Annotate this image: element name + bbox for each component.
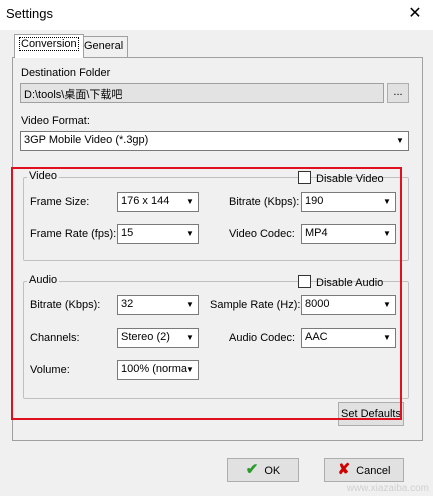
frame-size-label: Frame Size: [30, 196, 90, 208]
frame-rate-select[interactable]: 15 ▼ [117, 224, 199, 244]
close-button[interactable]: ✕ [405, 5, 425, 25]
cancel-button[interactable]: ✘ Cancel [324, 458, 404, 482]
chevron-down-icon: ▼ [186, 333, 194, 342]
disable-audio-checkbox-box[interactable] [298, 275, 311, 288]
volume-label: Volume: [30, 364, 70, 376]
tab-conversion[interactable]: Conversion [14, 34, 84, 58]
disable-video-checkbox[interactable]: Disable Video [298, 171, 384, 185]
chevron-down-icon: ▼ [186, 365, 194, 374]
chevron-down-icon: ▼ [186, 300, 194, 309]
watermark: www.xiazaiba.com [346, 483, 429, 494]
audio-codec-label: Audio Codec: [229, 332, 296, 344]
video-codec-label: Video Codec: [229, 228, 295, 240]
disable-audio-checkbox[interactable]: Disable Audio [298, 275, 383, 289]
close-icon: ✕ [408, 5, 422, 22]
video-format-value: 3GP Mobile Video (*.3gp) [24, 134, 149, 146]
tab-general-label: General [84, 40, 124, 52]
window-title: Settings [6, 6, 53, 21]
audio-codec-select[interactable]: AAC ▼ [301, 328, 396, 348]
volume-value: 100% (norma [121, 363, 188, 375]
video-format-label: Video Format: [21, 115, 90, 127]
tab-conversion-label: Conversion [19, 37, 79, 51]
frame-rate-label: Frame Rate (fps): [30, 228, 117, 240]
chevron-down-icon: ▼ [383, 300, 391, 309]
audio-bitrate-value: 32 [121, 298, 134, 310]
set-defaults-button[interactable]: Set Defaults [338, 402, 404, 426]
ok-button[interactable]: ✔ OK [227, 458, 299, 482]
destination-folder-field[interactable]: D:\tools\桌面\下载吧 [20, 83, 384, 103]
video-bitrate-value: 190 [305, 195, 324, 207]
channels-label: Channels: [30, 332, 80, 344]
audio-bitrate-select[interactable]: 32 ▼ [117, 295, 199, 315]
tab-general[interactable]: General [79, 36, 129, 57]
audio-codec-value: AAC [305, 331, 328, 343]
volume-select[interactable]: 100% (norma ▼ [117, 360, 199, 380]
chevron-down-icon: ▼ [396, 136, 404, 145]
disable-audio-label: Disable Audio [316, 277, 384, 289]
conversion-panel: Destination Folder D:\tools\桌面\下载吧 ... V… [12, 57, 423, 441]
check-icon: ✔ [245, 461, 259, 478]
ok-label: OK [264, 465, 281, 477]
video-codec-value: MP4 [305, 227, 328, 239]
video-group-title: Video [27, 170, 59, 182]
chevron-down-icon: ▼ [186, 197, 194, 206]
disable-video-label: Disable Video [316, 173, 384, 185]
cancel-label: Cancel [356, 465, 391, 477]
browse-button[interactable]: ... [387, 83, 409, 103]
frame-size-select[interactable]: 176 x 144 ▼ [117, 192, 199, 212]
chevron-down-icon: ▼ [383, 197, 391, 206]
x-icon: ✘ [337, 461, 351, 478]
disable-video-checkbox-box[interactable] [298, 171, 311, 184]
title-bar: Settings ✕ [0, 0, 433, 30]
video-bitrate-select[interactable]: 190 ▼ [301, 192, 396, 212]
audio-bitrate-label: Bitrate (Kbps): [30, 299, 101, 311]
video-groupbox [23, 177, 409, 261]
video-bitrate-label: Bitrate (Kbps): [229, 196, 300, 208]
sample-rate-value: 8000 [305, 298, 330, 310]
sample-rate-select[interactable]: 8000 ▼ [301, 295, 396, 315]
sample-rate-label: Sample Rate (Hz): [210, 299, 301, 311]
frame-size-value: 176 x 144 [121, 195, 170, 207]
chevron-down-icon: ▼ [186, 229, 194, 238]
video-format-select[interactable]: 3GP Mobile Video (*.3gp) ▼ [20, 131, 409, 151]
chevron-down-icon: ▼ [383, 229, 391, 238]
channels-value: Stereo (2) [121, 331, 170, 343]
chevron-down-icon: ▼ [383, 333, 391, 342]
audio-group-title: Audio [27, 274, 60, 286]
frame-rate-value: 15 [121, 227, 134, 239]
destination-folder-label: Destination Folder [21, 67, 111, 79]
video-codec-select[interactable]: MP4 ▼ [301, 224, 396, 244]
settings-window: Settings ✕ Conversion General Destinatio… [0, 0, 433, 496]
channels-select[interactable]: Stereo (2) ▼ [117, 328, 199, 348]
